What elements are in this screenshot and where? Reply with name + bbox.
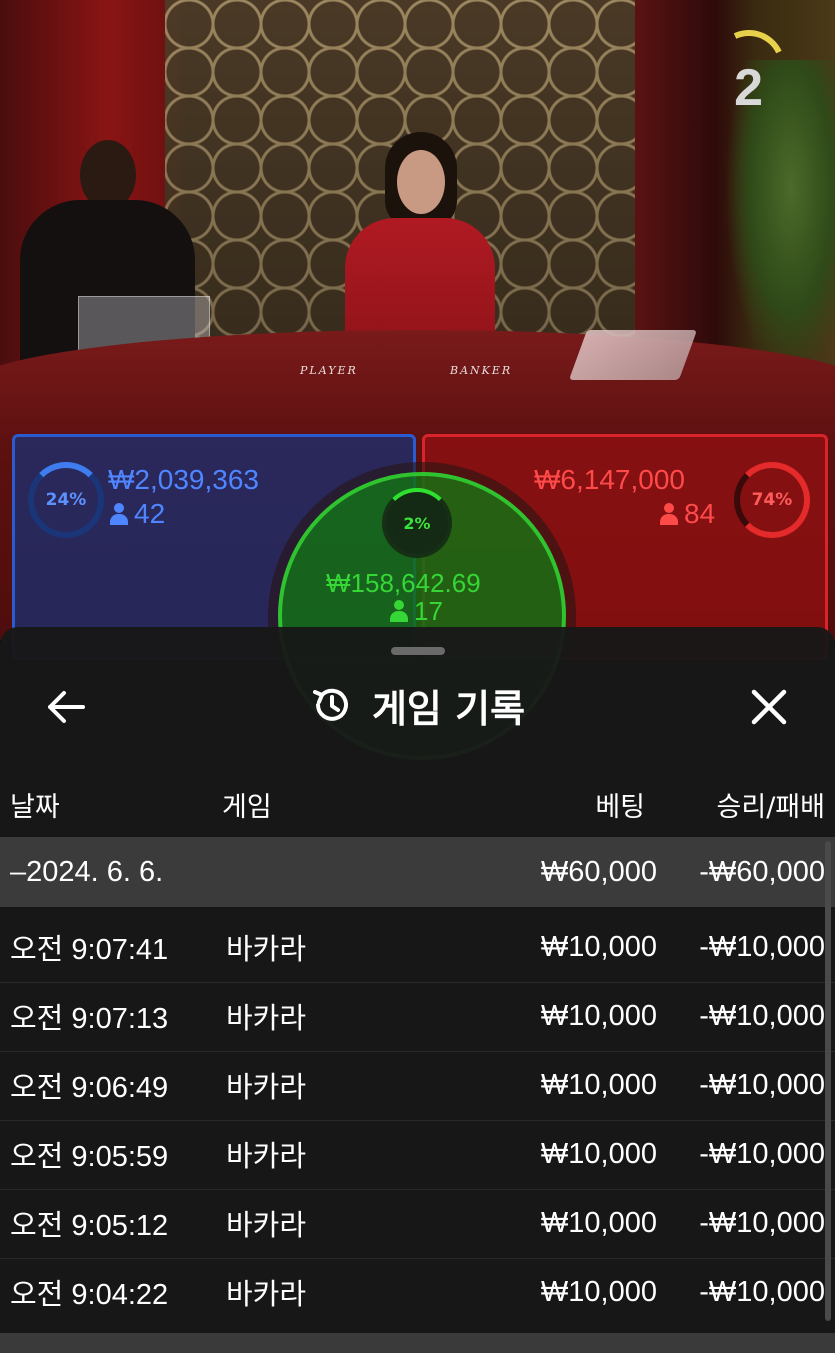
player-bettor-count-value: 42 — [134, 498, 166, 529]
date-group-bet-total: ₩60,000 — [540, 855, 657, 888]
column-header-bet: 베팅 — [595, 792, 645, 823]
row-bet: ₩10,000 — [540, 999, 657, 1032]
player-bet-amount: ₩2,039,363 — [108, 464, 259, 495]
banker-percent-ring: 74% — [734, 462, 810, 538]
banker-bettor-count: 84 — [660, 498, 715, 530]
drag-handle[interactable] — [391, 647, 445, 655]
history-row[interactable]: 오전 9:07:13 바카라 ₩10,000 -₩10,000 — [0, 982, 835, 1050]
sheet-title: 게임 기록 — [371, 686, 526, 731]
person-icon — [110, 503, 128, 525]
player-percent-ring: 24% — [28, 462, 104, 538]
tie-bettor-count: 17 — [390, 596, 443, 627]
row-bet: ₩10,000 — [540, 930, 657, 963]
close-button[interactable] — [741, 679, 797, 735]
row-bet: ₩10,000 — [540, 1275, 657, 1308]
row-result: -₩10,000 — [699, 1137, 825, 1170]
sheet-header: 게임 기록 — [0, 677, 835, 733]
column-header-date: 날짜 — [10, 792, 60, 823]
table-label-player: PLAYER — [300, 364, 358, 377]
tie-bet-amount: ₩158,642.69 — [326, 568, 481, 598]
history-row[interactable]: 오전 9:07:41 바카라 ₩10,000 -₩10,000 — [0, 913, 835, 981]
player-bettor-count: 42 — [110, 498, 165, 530]
person-icon — [390, 600, 408, 622]
row-game: 바카라 — [226, 1279, 307, 1311]
history-row[interactable]: 오전 9:06:49 바카라 ₩10,000 -₩10,000 — [0, 1051, 835, 1119]
game-history-sheet: 게임 기록 날짜 게임 베팅 승리/패배 –2024. 6. 6. ₩60,00… — [0, 627, 835, 1353]
row-bet: ₩10,000 — [540, 1068, 657, 1101]
tie-percent: 2% — [403, 513, 431, 533]
round-number: 2 — [734, 59, 763, 117]
row-game: 바카라 — [226, 934, 307, 966]
banker-percent: 74% — [751, 490, 793, 510]
date-group-row[interactable]: –2024. 6. 6. ₩60,000 -₩60,000 — [0, 837, 835, 907]
row-result: -₩10,000 — [699, 999, 825, 1032]
banker-bet-amount: ₩6,147,000 — [534, 464, 685, 495]
row-bet: ₩10,000 — [540, 1206, 657, 1239]
column-header-result: 승리/패배 — [716, 792, 825, 823]
row-time: 오전 9:05:59 — [10, 1141, 169, 1173]
row-time: 오전 9:07:41 — [10, 934, 169, 966]
date-group-result-total: -₩60,000 — [699, 855, 825, 888]
date-group-label: –2024. 6. 6. — [10, 855, 164, 888]
history-row[interactable]: 오전 9:04:22 바카라 ₩10,000 -₩10,000 — [0, 1258, 835, 1326]
close-icon — [751, 689, 787, 725]
scrollbar[interactable] — [825, 841, 831, 1321]
row-result: -₩10,000 — [699, 1068, 825, 1101]
sheet-bottom-edge — [0, 1333, 835, 1353]
history-row[interactable]: 오전 9:05:59 바카라 ₩10,000 -₩10,000 — [0, 1120, 835, 1188]
row-result: -₩10,000 — [699, 1275, 825, 1308]
row-time: 오전 9:07:13 — [10, 1003, 169, 1035]
table-label-banker: BANKER — [450, 364, 513, 377]
tie-bettor-count-value: 17 — [414, 596, 443, 626]
tie-percent-ring: 2% — [382, 488, 452, 558]
player-percent: 24% — [45, 490, 87, 510]
card-shoe — [568, 330, 698, 380]
row-game: 바카라 — [226, 1072, 307, 1104]
history-icon — [312, 688, 348, 721]
column-header-game: 게임 — [222, 792, 272, 823]
banker-bettor-count-value: 84 — [684, 498, 716, 529]
row-game: 바카라 — [226, 1210, 307, 1242]
row-time: 오전 9:06:49 — [10, 1072, 169, 1104]
row-result: -₩10,000 — [699, 930, 825, 963]
row-time: 오전 9:04:22 — [10, 1279, 169, 1311]
row-result: -₩10,000 — [699, 1206, 825, 1239]
person-icon — [660, 503, 678, 525]
row-time: 오전 9:05:12 — [10, 1210, 169, 1242]
row-game: 바카라 — [226, 1003, 307, 1035]
row-bet: ₩10,000 — [540, 1137, 657, 1170]
history-row[interactable]: 오전 9:05:12 바카라 ₩10,000 -₩10,000 — [0, 1189, 835, 1257]
row-game: 바카라 — [226, 1141, 307, 1173]
